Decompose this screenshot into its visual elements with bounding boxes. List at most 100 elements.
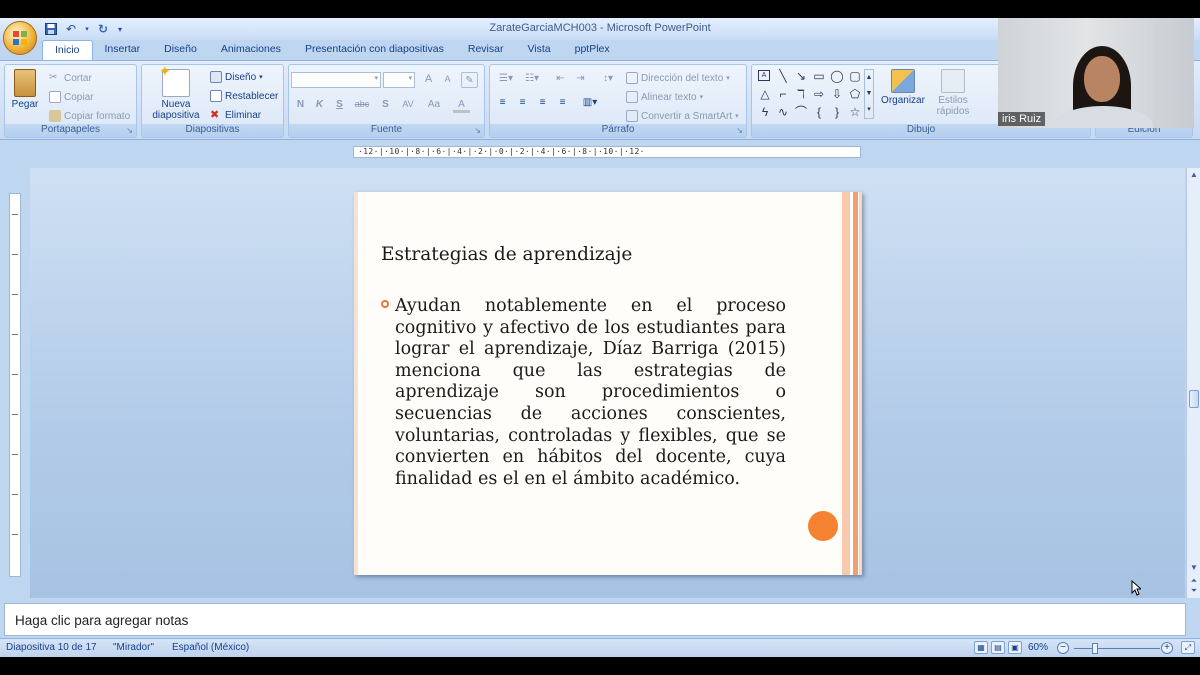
quick-styles-icon bbox=[941, 69, 965, 93]
notes-pane[interactable]: Haga clic para agregar notas bbox=[4, 603, 1186, 636]
down-arrow-shape-icon[interactable]: ⇩ bbox=[830, 87, 844, 101]
increase-indent-button[interactable]: ⇥ bbox=[572, 71, 589, 87]
zoom-slider-track[interactable] bbox=[1074, 648, 1160, 649]
brace-right-shape-icon[interactable]: } bbox=[830, 105, 844, 119]
tab-inicio[interactable]: Inicio bbox=[42, 40, 93, 60]
text-direction-button[interactable]: Dirección del texto ▾ bbox=[626, 71, 730, 85]
orange-dot-decoration bbox=[808, 511, 838, 541]
smartart-icon bbox=[626, 110, 638, 122]
grow-font-button[interactable]: A bbox=[420, 72, 437, 88]
font-color-button[interactable]: A bbox=[453, 97, 470, 113]
rectangle-shape-icon[interactable]: ▭ bbox=[812, 69, 826, 83]
dialog-launcher-icon[interactable]: ↘ bbox=[474, 126, 481, 135]
notes-placeholder[interactable]: Haga clic para agregar notas bbox=[15, 613, 188, 628]
shapes-more-icon[interactable]: ▲ ▼ ▾ bbox=[864, 69, 874, 119]
right-arrow-shape-icon[interactable]: ⇨ bbox=[812, 87, 826, 101]
align-text-button[interactable]: Alinear texto ▾ bbox=[626, 90, 703, 104]
align-right-button[interactable]: ≡ bbox=[534, 95, 551, 111]
textbox-shape-icon[interactable]: A bbox=[758, 70, 770, 81]
star-shape-icon[interactable]: ☆ bbox=[848, 105, 862, 119]
format-painter-label: Copiar formato bbox=[64, 110, 131, 122]
zoom-level[interactable]: 60% bbox=[1028, 642, 1048, 653]
tab-diseno[interactable]: Diseño bbox=[152, 40, 209, 60]
connector-shape-icon[interactable]: ⌐ bbox=[776, 87, 790, 101]
tab-revisar[interactable]: Revisar bbox=[456, 40, 516, 60]
triangle-shape-icon[interactable]: △ bbox=[758, 87, 772, 101]
slideshow-button[interactable]: ▣ bbox=[1008, 641, 1022, 654]
copy-button[interactable]: Copiar bbox=[49, 90, 93, 104]
smartart-button[interactable]: Convertir a SmartArt ▾ bbox=[626, 109, 739, 123]
tab-animaciones[interactable]: Animaciones bbox=[209, 40, 293, 60]
quick-styles-button[interactable]: Estilos rápidos bbox=[930, 69, 976, 117]
decrease-indent-button[interactable]: ⇤ bbox=[552, 71, 569, 87]
justify-button[interactable]: ≡ bbox=[554, 95, 571, 111]
tab-vista[interactable]: Vista bbox=[515, 40, 562, 60]
align-center-button[interactable]: ≡ bbox=[514, 95, 531, 111]
shadow-button[interactable]: S bbox=[377, 97, 394, 113]
reset-button[interactable]: Restablecer bbox=[210, 89, 278, 103]
font-name-select[interactable]: ▾ bbox=[291, 72, 381, 88]
tab-presentacion[interactable]: Presentación con diapositivas bbox=[293, 40, 456, 60]
tab-insertar[interactable]: Insertar bbox=[93, 40, 153, 60]
horizontal-ruler[interactable]: ·12·|·10·|·8·|·6·|·4·|·2·|·0·|·2·|·4·|·6… bbox=[353, 146, 861, 158]
align-left-button[interactable]: ≡ bbox=[494, 95, 511, 111]
fit-to-window-icon[interactable]: ⤢ bbox=[1181, 641, 1195, 654]
arc-shape-icon[interactable]: ⌒ bbox=[794, 105, 808, 119]
arrange-button[interactable]: Organizar bbox=[878, 69, 928, 106]
paste-button[interactable]: Pegar bbox=[9, 69, 41, 110]
numbering-button[interactable]: ☷▾ bbox=[520, 71, 544, 87]
delete-slide-button[interactable]: ✖ Eliminar bbox=[210, 108, 261, 122]
italic-button[interactable]: K bbox=[311, 97, 328, 113]
slide[interactable]: Estrategias de aprendizaje Ayudan notabl… bbox=[354, 192, 862, 575]
change-case-button[interactable]: Aa bbox=[423, 97, 445, 113]
brush-icon bbox=[49, 110, 61, 122]
clear-format-icon[interactable]: ✎ bbox=[461, 72, 478, 88]
chevron-down-icon: ▾ bbox=[374, 75, 378, 82]
vertical-ruler[interactable] bbox=[9, 193, 21, 577]
layout-label: Diseño bbox=[225, 71, 257, 83]
columns-button[interactable]: ▥▾ bbox=[578, 95, 602, 111]
slide-body-text[interactable]: Ayudan notablemente en el proceso cognit… bbox=[395, 296, 786, 490]
language-indicator[interactable]: Español (México) bbox=[172, 642, 249, 653]
line-shape-icon[interactable]: ╲ bbox=[776, 69, 790, 83]
elbow-shape-icon[interactable]: ℸ bbox=[794, 87, 808, 101]
tab-pptplex[interactable]: pptPlex bbox=[563, 40, 622, 60]
arrow-shape-icon[interactable]: ↘ bbox=[794, 69, 808, 83]
underline-button[interactable]: S bbox=[331, 97, 348, 113]
dialog-launcher-icon[interactable]: ↘ bbox=[736, 126, 743, 135]
scroll-thumb[interactable] bbox=[1189, 390, 1199, 408]
cut-button[interactable]: ✂ Cortar bbox=[49, 71, 92, 85]
normal-view-button[interactable]: ▦ bbox=[974, 641, 988, 654]
char-spacing-button[interactable]: AV bbox=[397, 97, 419, 113]
format-painter-button[interactable]: Copiar formato bbox=[49, 109, 130, 123]
dialog-launcher-icon[interactable]: ↘ bbox=[126, 126, 133, 135]
bold-button[interactable]: N bbox=[292, 97, 309, 113]
oval-shape-icon[interactable]: ◯ bbox=[830, 69, 844, 83]
freeform-shape-icon[interactable]: ϟ bbox=[758, 105, 772, 119]
strikethrough-button[interactable]: abc bbox=[351, 97, 373, 113]
font-size-select[interactable]: ▾ bbox=[383, 72, 415, 88]
vertical-scrollbar[interactable]: ▲ ▼ ⏶ ⏷ bbox=[1186, 168, 1200, 598]
next-slide-icon[interactable]: ⏷ bbox=[1189, 586, 1199, 596]
previous-slide-icon[interactable]: ⏶ bbox=[1189, 576, 1199, 586]
scroll-down-icon[interactable]: ▼ bbox=[1189, 563, 1199, 573]
zoom-slider-thumb[interactable] bbox=[1092, 643, 1098, 654]
brace-left-shape-icon[interactable]: { bbox=[812, 105, 826, 119]
bullets-button[interactable]: ☰▾ bbox=[494, 71, 518, 87]
office-button[interactable] bbox=[3, 21, 37, 55]
zoom-out-icon[interactable]: − bbox=[1057, 642, 1069, 654]
curve-shape-icon[interactable]: ∿ bbox=[776, 105, 790, 119]
chevron-down-icon: ▾ bbox=[699, 94, 704, 101]
shrink-font-button[interactable]: A bbox=[439, 72, 456, 88]
layout-button[interactable]: Diseño ▾ bbox=[210, 70, 263, 84]
line-spacing-button[interactable]: ↕▾ bbox=[596, 71, 620, 87]
new-slide-button[interactable]: ✦ Nueva diapositiva bbox=[145, 64, 207, 121]
align-text-label: Alinear texto bbox=[641, 91, 697, 103]
scroll-up-icon[interactable]: ▲ bbox=[1189, 170, 1199, 180]
pentagon-shape-icon[interactable]: ⬠ bbox=[848, 87, 862, 101]
slide-title[interactable]: Estrategias de aprendizaje bbox=[381, 244, 632, 265]
zoom-in-icon[interactable]: + bbox=[1161, 642, 1173, 654]
letterbox-top bbox=[0, 0, 1200, 18]
rounded-rect-shape-icon[interactable]: ▢ bbox=[848, 69, 862, 83]
slide-sorter-button[interactable]: ▤ bbox=[991, 641, 1005, 654]
